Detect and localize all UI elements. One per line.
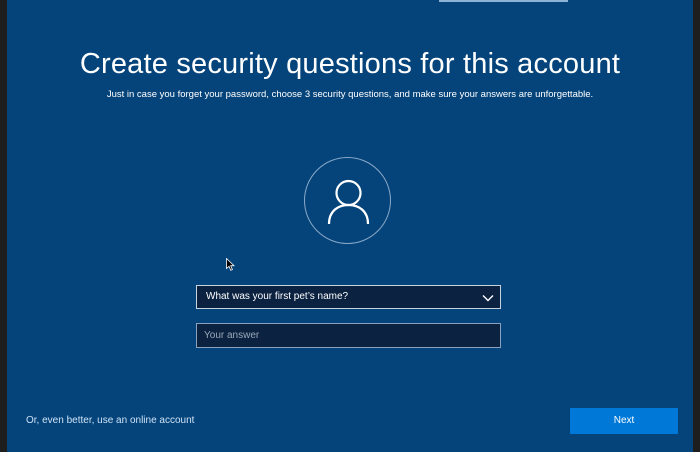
- page-title: Create security questions for this accou…: [79, 48, 621, 80]
- chevron-down-icon: [482, 291, 494, 313]
- progress-indicator: [439, 0, 568, 2]
- next-button[interactable]: Next: [570, 408, 678, 434]
- user-icon: [327, 179, 370, 225]
- window-frame: Create security questions for this accou…: [0, 0, 700, 452]
- security-question-selected: What was your first pet’s name?: [206, 291, 349, 302]
- security-answer-input[interactable]: [196, 323, 501, 348]
- mouse-pointer-icon: [226, 257, 235, 276]
- security-question-dropdown[interactable]: What was your first pet’s name?: [196, 285, 501, 309]
- user-avatar: [304, 157, 391, 244]
- setup-screen: Create security questions for this accou…: [7, 0, 693, 452]
- online-account-link[interactable]: Or, even better, use an online account: [26, 415, 194, 426]
- page-subtitle: Just in case you forget your password, c…: [106, 89, 594, 100]
